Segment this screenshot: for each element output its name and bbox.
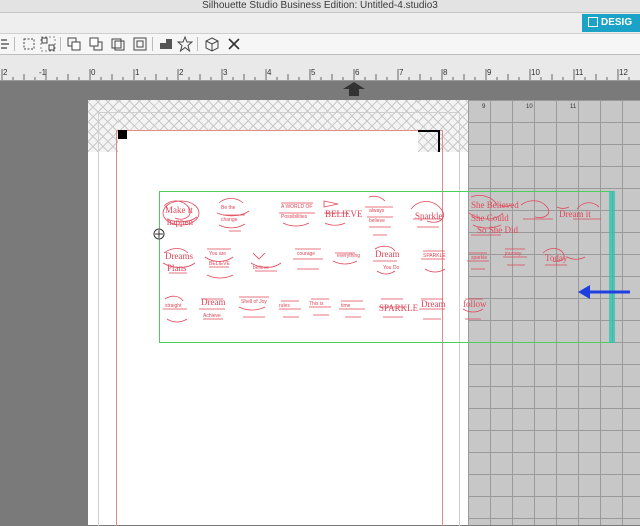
ruler-label: 8 [443,68,448,77]
ruler-label: 2 [179,68,184,77]
ruler-label: 11 [575,68,584,77]
ruler-label: 4 [267,68,272,77]
registration-mark [118,130,127,139]
ungroup-icon[interactable] [40,36,56,52]
box-icon[interactable] [204,36,220,52]
tab-strip: DESIG [0,13,640,34]
send-backward-icon[interactable] [88,36,104,52]
window-titlebar: Silhouette Studio Business Edition: Unti… [0,0,640,13]
bring-forward-icon[interactable] [66,36,82,52]
close-icon[interactable] [226,36,242,52]
toolbar [0,34,640,55]
selection-box[interactable] [159,191,613,343]
window-title: Silhouette Studio Business Edition: Unti… [202,0,438,11]
weld-icon[interactable] [158,36,174,52]
ruler-label: 9 [487,68,492,77]
toolbar-divider [60,37,61,51]
send-to-back-icon[interactable] [132,36,148,52]
toolbar-divider [152,37,153,51]
ruler-label: 12 [619,68,628,77]
ruler-label: -1 [39,68,47,77]
toolbar-divider [14,37,15,51]
blue-arrow-icon [576,283,632,306]
grid-label: 9 [482,104,486,110]
ruler-label: 2 [3,68,8,77]
ruler-label: 6 [355,68,360,77]
ruler-label: 1 [135,68,140,77]
page-arrow-icon[interactable] [343,82,365,101]
grid-icon [588,17,598,27]
star-shape-icon[interactable] [177,36,193,52]
selection-handle[interactable] [609,191,615,343]
ruler-label: 3 [223,68,228,77]
registration-corner [418,130,440,152]
rotate-icon[interactable] [153,227,165,245]
group-icon[interactable] [21,36,37,52]
grid-label: 11 [570,104,577,110]
ruler-label: 5 [311,68,316,77]
ruler-label: 7 [399,68,404,77]
horizontal-ruler: 2 -1 0 1 2 3 4 5 6 7 8 9 10 11 12 [0,55,640,81]
bring-to-front-icon[interactable] [110,36,126,52]
grid-label: 10 [526,104,533,110]
ruler-label: 0 [91,68,96,77]
ruler-label: 10 [531,68,540,77]
tab-design-label: DESIG [601,17,633,28]
ruler-ticks [1,69,630,80]
tab-design[interactable]: DESIG [582,14,640,32]
toolbar-divider [197,37,198,51]
